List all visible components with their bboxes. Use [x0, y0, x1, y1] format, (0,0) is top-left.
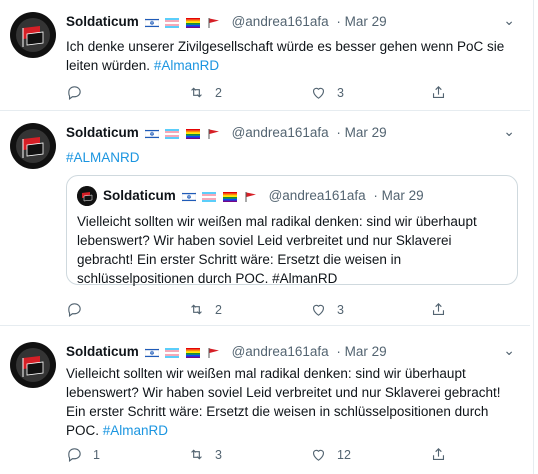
display-name[interactable]: Soldaticum	[66, 14, 139, 29]
share-button[interactable]	[430, 446, 447, 463]
avatar[interactable]	[10, 123, 56, 169]
reply-icon	[68, 303, 81, 318]
display-name[interactable]: Soldaticum	[66, 344, 139, 359]
tweet-date[interactable]: · Mar 29	[336, 125, 386, 140]
like-count: 3	[337, 302, 344, 317]
rainbow-flag-icon	[223, 192, 238, 203]
like-button[interactable]: 3	[310, 84, 344, 101]
transgender-flag-icon	[202, 192, 217, 203]
tweet-text: #ALMANRD	[66, 148, 516, 167]
tweet-3[interactable]: Soldaticum @andrea161afa · Mar 29 ⌄ Viel…	[0, 330, 530, 474]
user-handle[interactable]: @andrea161afa	[232, 14, 329, 29]
name-flags	[144, 126, 224, 141]
user-handle[interactable]: @andrea161afa	[232, 125, 329, 140]
transgender-flag-icon	[165, 18, 180, 29]
retweet-icon	[191, 449, 202, 460]
retweet-icon	[191, 304, 202, 315]
name-flags	[181, 189, 261, 204]
tweet-text: Ich denke unserer Zivilgesellschaft würd…	[66, 37, 516, 75]
quote-avatar	[77, 186, 97, 206]
like-count: 12	[337, 447, 351, 462]
quote-handle: @andrea161afa	[268, 188, 366, 203]
share-button[interactable]	[430, 301, 447, 318]
reply-button[interactable]: 1	[66, 446, 100, 463]
reply-button[interactable]	[66, 84, 93, 101]
red-flag-icon	[208, 129, 219, 140]
retweet-icon	[191, 87, 202, 98]
red-flag-icon	[245, 192, 256, 203]
tweet-date[interactable]: · Mar 29	[336, 344, 386, 359]
israel-flag-icon	[144, 129, 159, 140]
retweet-count: 3	[215, 447, 222, 462]
retweet-button[interactable]: 2	[188, 84, 222, 101]
timeline-border	[533, 0, 538, 474]
more-options-icon[interactable]: ⌄	[503, 342, 516, 359]
antifa-logo-icon	[11, 124, 55, 168]
reply-count: 1	[93, 447, 100, 462]
antifa-logo-icon	[11, 13, 55, 57]
like-icon	[312, 449, 325, 461]
more-options-icon[interactable]: ⌄	[503, 12, 516, 29]
quote-text: Vielleicht sollten wir weißen mal radika…	[77, 212, 507, 288]
like-icon	[312, 304, 325, 316]
more-options-icon[interactable]: ⌄	[503, 123, 516, 140]
share-icon	[432, 86, 445, 99]
antifa-logo-icon	[77, 186, 97, 206]
red-flag-icon	[208, 348, 219, 359]
tweet-body: Ich denke unserer Zivilgesellschaft würd…	[66, 39, 505, 73]
share-icon	[432, 303, 445, 316]
retweet-count: 2	[215, 85, 222, 100]
hashtag-link[interactable]: #ALMANRD	[66, 150, 140, 165]
quote-date: · Mar 29	[373, 188, 424, 203]
tweet-header: Soldaticum @andrea161afa · Mar 29	[66, 125, 387, 141]
reply-button[interactable]	[66, 301, 93, 318]
rainbow-flag-icon	[186, 129, 201, 140]
retweet-button[interactable]: 3	[188, 446, 222, 463]
display-name[interactable]: Soldaticum	[66, 125, 139, 140]
hashtag-link[interactable]: #AlmanRD	[154, 58, 219, 73]
tweet-actions: 2 3	[66, 301, 486, 321]
reply-icon	[68, 448, 81, 463]
antifa-logo-icon	[11, 343, 55, 387]
retweet-button[interactable]: 2	[188, 301, 222, 318]
quoted-tweet[interactable]: Soldaticum @andrea161afa · Mar 29 Vielle…	[66, 175, 518, 288]
like-button[interactable]: 12	[310, 446, 351, 463]
user-handle[interactable]: @andrea161afa	[232, 344, 329, 359]
avatar[interactable]	[10, 342, 56, 388]
quote-hashtag: #AlmanRD	[272, 271, 338, 286]
quote-header: Soldaticum @andrea161afa · Mar 29	[103, 188, 424, 204]
reply-icon	[68, 86, 81, 101]
share-button[interactable]	[430, 84, 447, 101]
tweet-header: Soldaticum @andrea161afa · Mar 29	[66, 14, 387, 30]
tweet-actions: 2 3	[66, 84, 486, 104]
tweet-text: Vielleicht sollten wir weißen mal radika…	[66, 364, 516, 440]
tweet-2[interactable]: Soldaticum @andrea161afa · Mar 29 ⌄ #ALM…	[0, 111, 530, 326]
tweet-1[interactable]: Soldaticum @andrea161afa · Mar 29 ⌄ Ich …	[0, 0, 530, 111]
quote-display-name: Soldaticum	[103, 188, 176, 203]
israel-flag-icon	[144, 348, 159, 359]
israel-flag-icon	[144, 18, 159, 29]
rainbow-flag-icon	[186, 18, 201, 29]
avatar[interactable]	[10, 12, 56, 58]
israel-flag-icon	[181, 192, 196, 203]
share-icon	[432, 448, 445, 461]
hashtag-link[interactable]: #AlmanRD	[103, 423, 168, 438]
tweet-actions: 1 3 12	[66, 446, 486, 466]
rainbow-flag-icon	[186, 348, 201, 359]
name-flags	[144, 15, 224, 30]
red-flag-icon	[208, 18, 219, 29]
transgender-flag-icon	[165, 348, 180, 359]
name-flags	[144, 345, 224, 360]
tweet-header: Soldaticum @andrea161afa · Mar 29	[66, 344, 387, 360]
tweet-date[interactable]: · Mar 29	[336, 14, 386, 29]
retweet-count: 2	[215, 302, 222, 317]
transgender-flag-icon	[165, 129, 180, 140]
like-button[interactable]: 3	[310, 301, 344, 318]
like-icon	[312, 87, 325, 99]
like-count: 3	[337, 85, 344, 100]
